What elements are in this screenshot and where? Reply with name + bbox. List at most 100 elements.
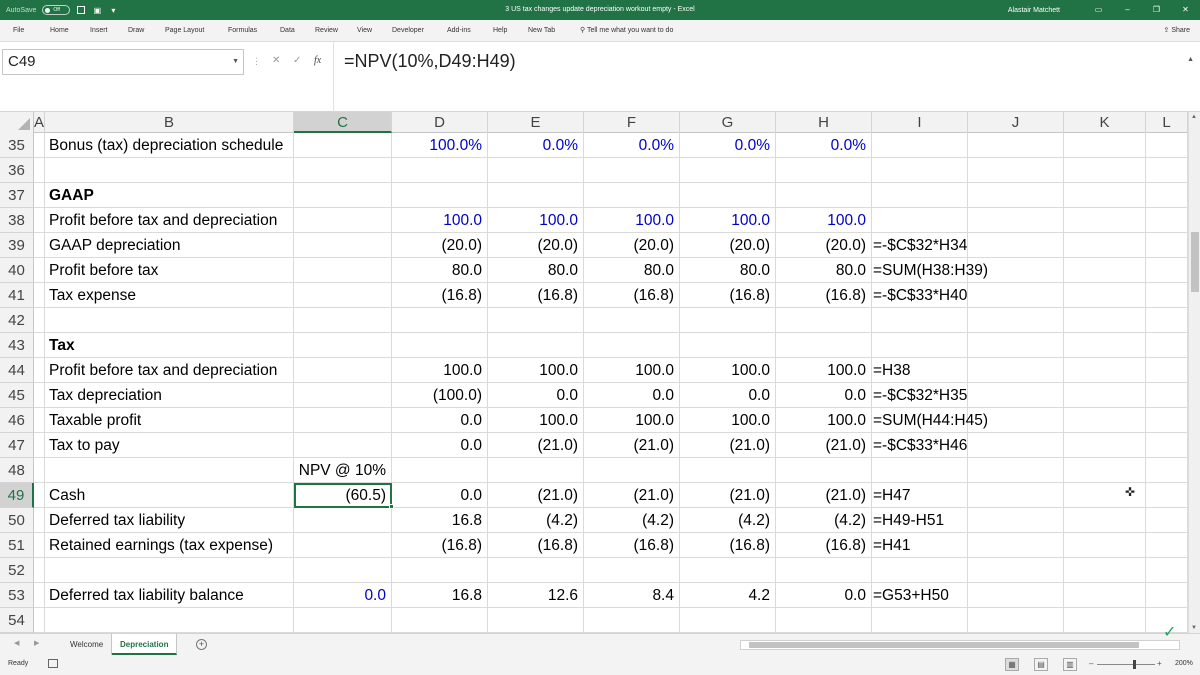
cell[interactable] [34,383,45,408]
cell-i49[interactable]: =H47 [872,483,968,508]
cell-g41[interactable]: (16.8) [680,283,776,308]
cell[interactable] [1064,408,1146,433]
cell[interactable] [968,383,1064,408]
cell-h40[interactable]: 80.0 [776,258,872,283]
cell-f38[interactable]: 100.0 [584,208,680,233]
cell[interactable] [968,358,1064,383]
cell[interactable] [968,158,1064,183]
cell-c45[interactable] [294,383,392,408]
cell-e35[interactable]: 0.0% [488,133,584,158]
cell[interactable] [1146,283,1188,308]
cell-e44[interactable]: 100.0 [488,358,584,383]
cell-b41[interactable]: Tax expense [45,283,294,308]
cell-f47[interactable]: (21.0) [584,433,680,458]
cell[interactable] [1064,283,1146,308]
cell[interactable] [1146,183,1188,208]
cell-d42[interactable] [392,308,488,333]
cell-d39[interactable]: (20.0) [392,233,488,258]
cell[interactable] [968,183,1064,208]
cell[interactable] [968,308,1064,333]
cell-d43[interactable] [392,333,488,358]
cell-h49[interactable]: (21.0) [776,483,872,508]
cell-c38[interactable] [294,208,392,233]
cell[interactable] [968,533,1064,558]
cell-g39[interactable]: (20.0) [680,233,776,258]
cell[interactable] [968,133,1064,158]
cell[interactable] [1146,533,1188,558]
cell-c54[interactable] [294,608,392,633]
cell-f44[interactable]: 100.0 [584,358,680,383]
cell[interactable] [968,558,1064,583]
cell-e36[interactable] [488,158,584,183]
cell-g43[interactable] [680,333,776,358]
tab-new-tab[interactable]: New Tab [528,20,555,42]
zoom-slider-knob[interactable] [1133,660,1136,669]
cell-d37[interactable] [392,183,488,208]
cell-g45[interactable]: 0.0 [680,383,776,408]
cell-d47[interactable]: 0.0 [392,433,488,458]
cell-e38[interactable]: 100.0 [488,208,584,233]
tab-review[interactable]: Review [315,20,338,42]
vertical-scrollbar[interactable]: ▲ ▼ [1188,112,1200,633]
scroll-down-icon[interactable]: ▼ [1191,625,1197,631]
cell-g52[interactable] [680,558,776,583]
cell[interactable] [34,358,45,383]
column-header-i[interactable]: I [872,112,968,133]
cell-c39[interactable] [294,233,392,258]
cell[interactable] [968,408,1064,433]
cell-f49[interactable]: (21.0) [584,483,680,508]
cell-c43[interactable] [294,333,392,358]
column-header-a[interactable]: A [34,112,45,133]
cell-b50[interactable]: Deferred tax liability [45,508,294,533]
cell-i45[interactable]: =-$C$32*H35 [872,383,968,408]
cell-e46[interactable]: 100.0 [488,408,584,433]
cell[interactable] [1064,308,1146,333]
cell-d54[interactable] [392,608,488,633]
row-header[interactable]: 44 [0,358,34,383]
cell[interactable] [968,433,1064,458]
cell[interactable] [1146,408,1188,433]
cell[interactable] [34,233,45,258]
cell-i47[interactable]: =-$C$33*H46 [872,433,968,458]
row-header[interactable]: 37 [0,183,34,208]
cell-d48[interactable] [392,458,488,483]
cell-c51[interactable] [294,533,392,558]
cell-g49[interactable]: (21.0) [680,483,776,508]
cell[interactable] [34,508,45,533]
cell[interactable] [34,483,45,508]
cell-d50[interactable]: 16.8 [392,508,488,533]
column-header-h[interactable]: H [776,112,872,133]
cell[interactable] [1146,233,1188,258]
cell-b44[interactable]: Profit before tax and depreciation [45,358,294,383]
cell-h45[interactable]: 0.0 [776,383,872,408]
cell-i39[interactable]: =-$C$32*H34 [872,233,968,258]
cell-c48[interactable]: NPV @ 10% [294,458,392,483]
cell-c37[interactable] [294,183,392,208]
cell[interactable] [968,283,1064,308]
column-header-l[interactable]: L [1146,112,1188,133]
cell-i37[interactable] [872,183,968,208]
cell-i36[interactable] [872,158,968,183]
cell-h43[interactable] [776,333,872,358]
cell-e37[interactable] [488,183,584,208]
cancel-icon[interactable]: ✕ [272,55,280,66]
cell[interactable] [34,283,45,308]
cell-c46[interactable] [294,408,392,433]
cell-i38[interactable] [872,208,968,233]
cell-e40[interactable]: 80.0 [488,258,584,283]
cell-g51[interactable]: (16.8) [680,533,776,558]
horizontal-scrollbar[interactable] [740,640,1180,650]
cell-d38[interactable]: 100.0 [392,208,488,233]
column-header-k[interactable]: K [1064,112,1146,133]
cell-e43[interactable] [488,333,584,358]
cell-b45[interactable]: Tax depreciation [45,383,294,408]
cell-f50[interactable]: (4.2) [584,508,680,533]
zoom-slider[interactable] [1097,664,1155,665]
cell[interactable] [1146,358,1188,383]
tab-page-layout[interactable]: Page Layout [165,20,204,42]
cell-b42[interactable] [45,308,294,333]
cell[interactable] [34,558,45,583]
cell-i44[interactable]: =H38 [872,358,968,383]
cell[interactable] [1146,308,1188,333]
camera-icon[interactable]: ▣ [92,6,102,15]
